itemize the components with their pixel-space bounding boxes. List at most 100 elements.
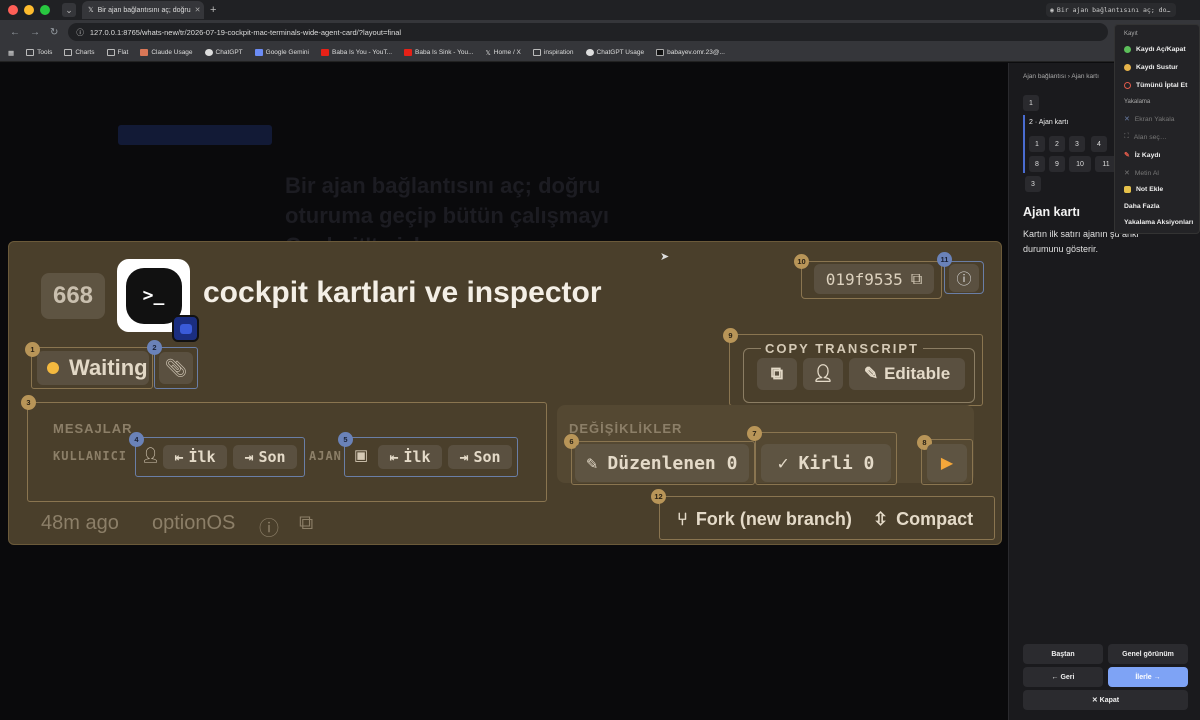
editable-label: Editable <box>884 364 951 383</box>
restart-label: Baştan <box>1051 650 1075 658</box>
step-badge-10: 10 <box>794 254 809 269</box>
close-window-button[interactable] <box>8 5 18 15</box>
compact-button[interactable]: ⇳ Compact <box>873 506 973 532</box>
browser-tab-active[interactable]: 𝕏 Bir ajan bağlantısını aç; doğru ✕ <box>82 1 204 19</box>
youtube-favicon-icon <box>321 49 329 56</box>
substep-chip[interactable]: 2 <box>1049 136 1065 152</box>
substep-chip[interactable]: 10 <box>1069 156 1091 172</box>
menu-capture-actions[interactable]: Yakalama Aksiyonları <box>1124 219 1193 226</box>
step-title: Ajan kartı <box>1023 205 1080 219</box>
window-controls <box>8 5 50 15</box>
back-button[interactable]: ← Geri <box>1023 667 1103 687</box>
user-last-button[interactable]: ⇥ Son <box>233 445 297 469</box>
copy-path-icon[interactable]: ⧉ <box>299 512 313 535</box>
tab-search-icon[interactable]: ⌄ <box>62 3 76 17</box>
menu-record-mute[interactable]: Kaydı Sustur <box>1124 64 1178 71</box>
tab-title: Bir ajan bağlantısını aç; doğru <box>97 6 191 14</box>
restart-button[interactable]: Baştan <box>1023 644 1103 664</box>
bookmark-label: Flat <box>117 49 129 56</box>
session-hash-button[interactable]: 019f9535 ⧉ <box>814 264 934 294</box>
copy-icon: ⧉ <box>910 269 923 288</box>
step-badge-5: 5 <box>338 432 353 447</box>
bookmark-item[interactable]: babayev.omr.23@... <box>656 49 725 56</box>
folder-icon <box>106 49 115 56</box>
zoom-window-button[interactable] <box>40 5 50 15</box>
bookmark-item[interactable]: Baba Is You - YouT... <box>321 49 392 56</box>
url-bar[interactable]: ⓘ 127.0.0.1:8765/whats-new/tr/2026-07-19… <box>68 23 1109 41</box>
host-name: optionOS <box>152 512 236 534</box>
step-chip-1[interactable]: 1 <box>1023 95 1039 111</box>
record-icon <box>1124 46 1131 53</box>
bookmark-item[interactable]: 𝕏 Home / X <box>486 49 521 57</box>
substep-chip[interactable]: 1 <box>1029 136 1045 152</box>
menu-item-label: Not Ekle <box>1136 186 1164 193</box>
bookmark-item[interactable]: Charts <box>64 49 95 56</box>
check-circle-icon: ✓ <box>777 452 789 474</box>
bookmark-item[interactable]: inspiration <box>532 49 574 56</box>
overview-button[interactable]: Genel görünüm <box>1108 644 1188 664</box>
chatgpt-favicon-icon <box>585 49 594 56</box>
user-label: KULLANICI <box>53 449 128 463</box>
bookmark-label: Charts <box>75 49 95 56</box>
tab-close-icon[interactable]: ✕ <box>195 6 201 14</box>
bookmark-item[interactable]: Flat <box>106 49 129 56</box>
bookmark-item[interactable]: ChatGPT Usage <box>585 49 645 56</box>
bookmark-item[interactable]: Baba Is Sink - You... <box>404 49 474 56</box>
substep-chip[interactable]: 3 <box>1069 136 1085 152</box>
step-chip-3[interactable]: 3 <box>1025 176 1041 192</box>
bookmark-label: Claude Usage <box>151 49 193 56</box>
bookmark-item[interactable]: Google Gemini <box>254 49 309 56</box>
back-arrow-icon[interactable]: ← <box>10 27 20 38</box>
forward-arrow-icon[interactable]: → <box>30 27 40 38</box>
menu-item-label: Metin Al <box>1134 169 1159 177</box>
fork-button[interactable]: ⑂ Fork (new branch) <box>677 506 852 532</box>
bookmark-item[interactable]: Tools <box>26 49 52 56</box>
menu-cancel-all[interactable]: Tümünü İptal Et <box>1124 82 1187 89</box>
bookmark-label: ChatGPT <box>215 49 243 56</box>
menu-screen-capture[interactable]: ✕ Ekran Yakala <box>1124 115 1175 124</box>
gemini-favicon-icon <box>254 49 263 56</box>
copy-transcript-all-button[interactable]: ⧉ <box>757 358 797 390</box>
play-button[interactable]: ▶ <box>927 444 967 482</box>
site-info-icon[interactable]: ⓘ <box>76 27 84 38</box>
user-first-button[interactable]: ⇤ İlk <box>163 445 227 469</box>
edited-files-button[interactable]: ✎ Düzenlenen 0 <box>575 444 749 482</box>
next-button[interactable]: İlerle → <box>1108 667 1188 687</box>
menu-trace-record[interactable]: ✎ İz Kaydı <box>1124 151 1160 160</box>
crop-icon: ✕ <box>1124 116 1130 123</box>
last-label: Son <box>258 448 286 466</box>
host-info-icon[interactable]: ⓘ <box>259 512 279 541</box>
new-tab-icon[interactable]: + <box>210 4 216 16</box>
reload-icon[interactable]: ↻ <box>50 27 58 38</box>
step-badge-2: 2 <box>147 340 162 355</box>
address-bar-row: ← → ↻ ⓘ 127.0.0.1:8765/whats-new/tr/2026… <box>0 20 1200 44</box>
agent-first-button[interactable]: ⇤ İlk <box>378 445 442 469</box>
substep-chip[interactable]: 8 <box>1029 156 1045 172</box>
copy-transcript-user-button[interactable]: 👤︎ <box>803 358 843 390</box>
card-title: cockpit kartlari ve inspector <box>203 276 602 309</box>
minimize-window-button[interactable] <box>24 5 34 15</box>
menu-record-toggle[interactable]: Kaydı Aç/Kapat <box>1124 46 1186 53</box>
menu-area-select[interactable]: ⛶ Alan seç… <box>1124 133 1167 141</box>
bookmark-label: ChatGPT Usage <box>596 49 645 56</box>
copy-transcript-editable-button[interactable]: ✎ Editable <box>849 358 965 390</box>
last-activity-time: 48m ago <box>41 512 119 534</box>
status-badge: Waiting <box>37 351 149 385</box>
attach-button[interactable]: 📎︎ <box>159 352 193 384</box>
menu-add-note[interactable]: Not Ekle <box>1124 186 1163 193</box>
substep-chip[interactable]: 4 <box>1091 136 1107 152</box>
apps-grid-icon[interactable]: ▦ <box>8 49 14 57</box>
menu-take-text[interactable]: ✕ Metin Al <box>1124 169 1159 178</box>
close-tour-button[interactable]: ✕ Kapat <box>1023 690 1188 710</box>
dirty-files-button[interactable]: ✓ Kirli 0 <box>761 444 891 482</box>
cancel-icon <box>1124 82 1131 89</box>
info-button[interactable]: ⓘ <box>949 264 979 292</box>
agent-last-button[interactable]: ⇥ Son <box>448 445 512 469</box>
status-dot-icon <box>47 362 59 374</box>
substep-chip[interactable]: 9 <box>1049 156 1065 172</box>
clipboard-icon: ⧉ <box>770 364 784 383</box>
bookmark-item[interactable]: ChatGPT <box>204 49 243 56</box>
url-text: 127.0.0.1:8765/whats-new/tr/2026-07-19-c… <box>89 27 402 37</box>
bookmark-item[interactable]: Claude Usage <box>140 49 193 56</box>
background-tab[interactable]: ◉ Bir ajan bağlantısını aç; do… <box>1046 3 1176 17</box>
